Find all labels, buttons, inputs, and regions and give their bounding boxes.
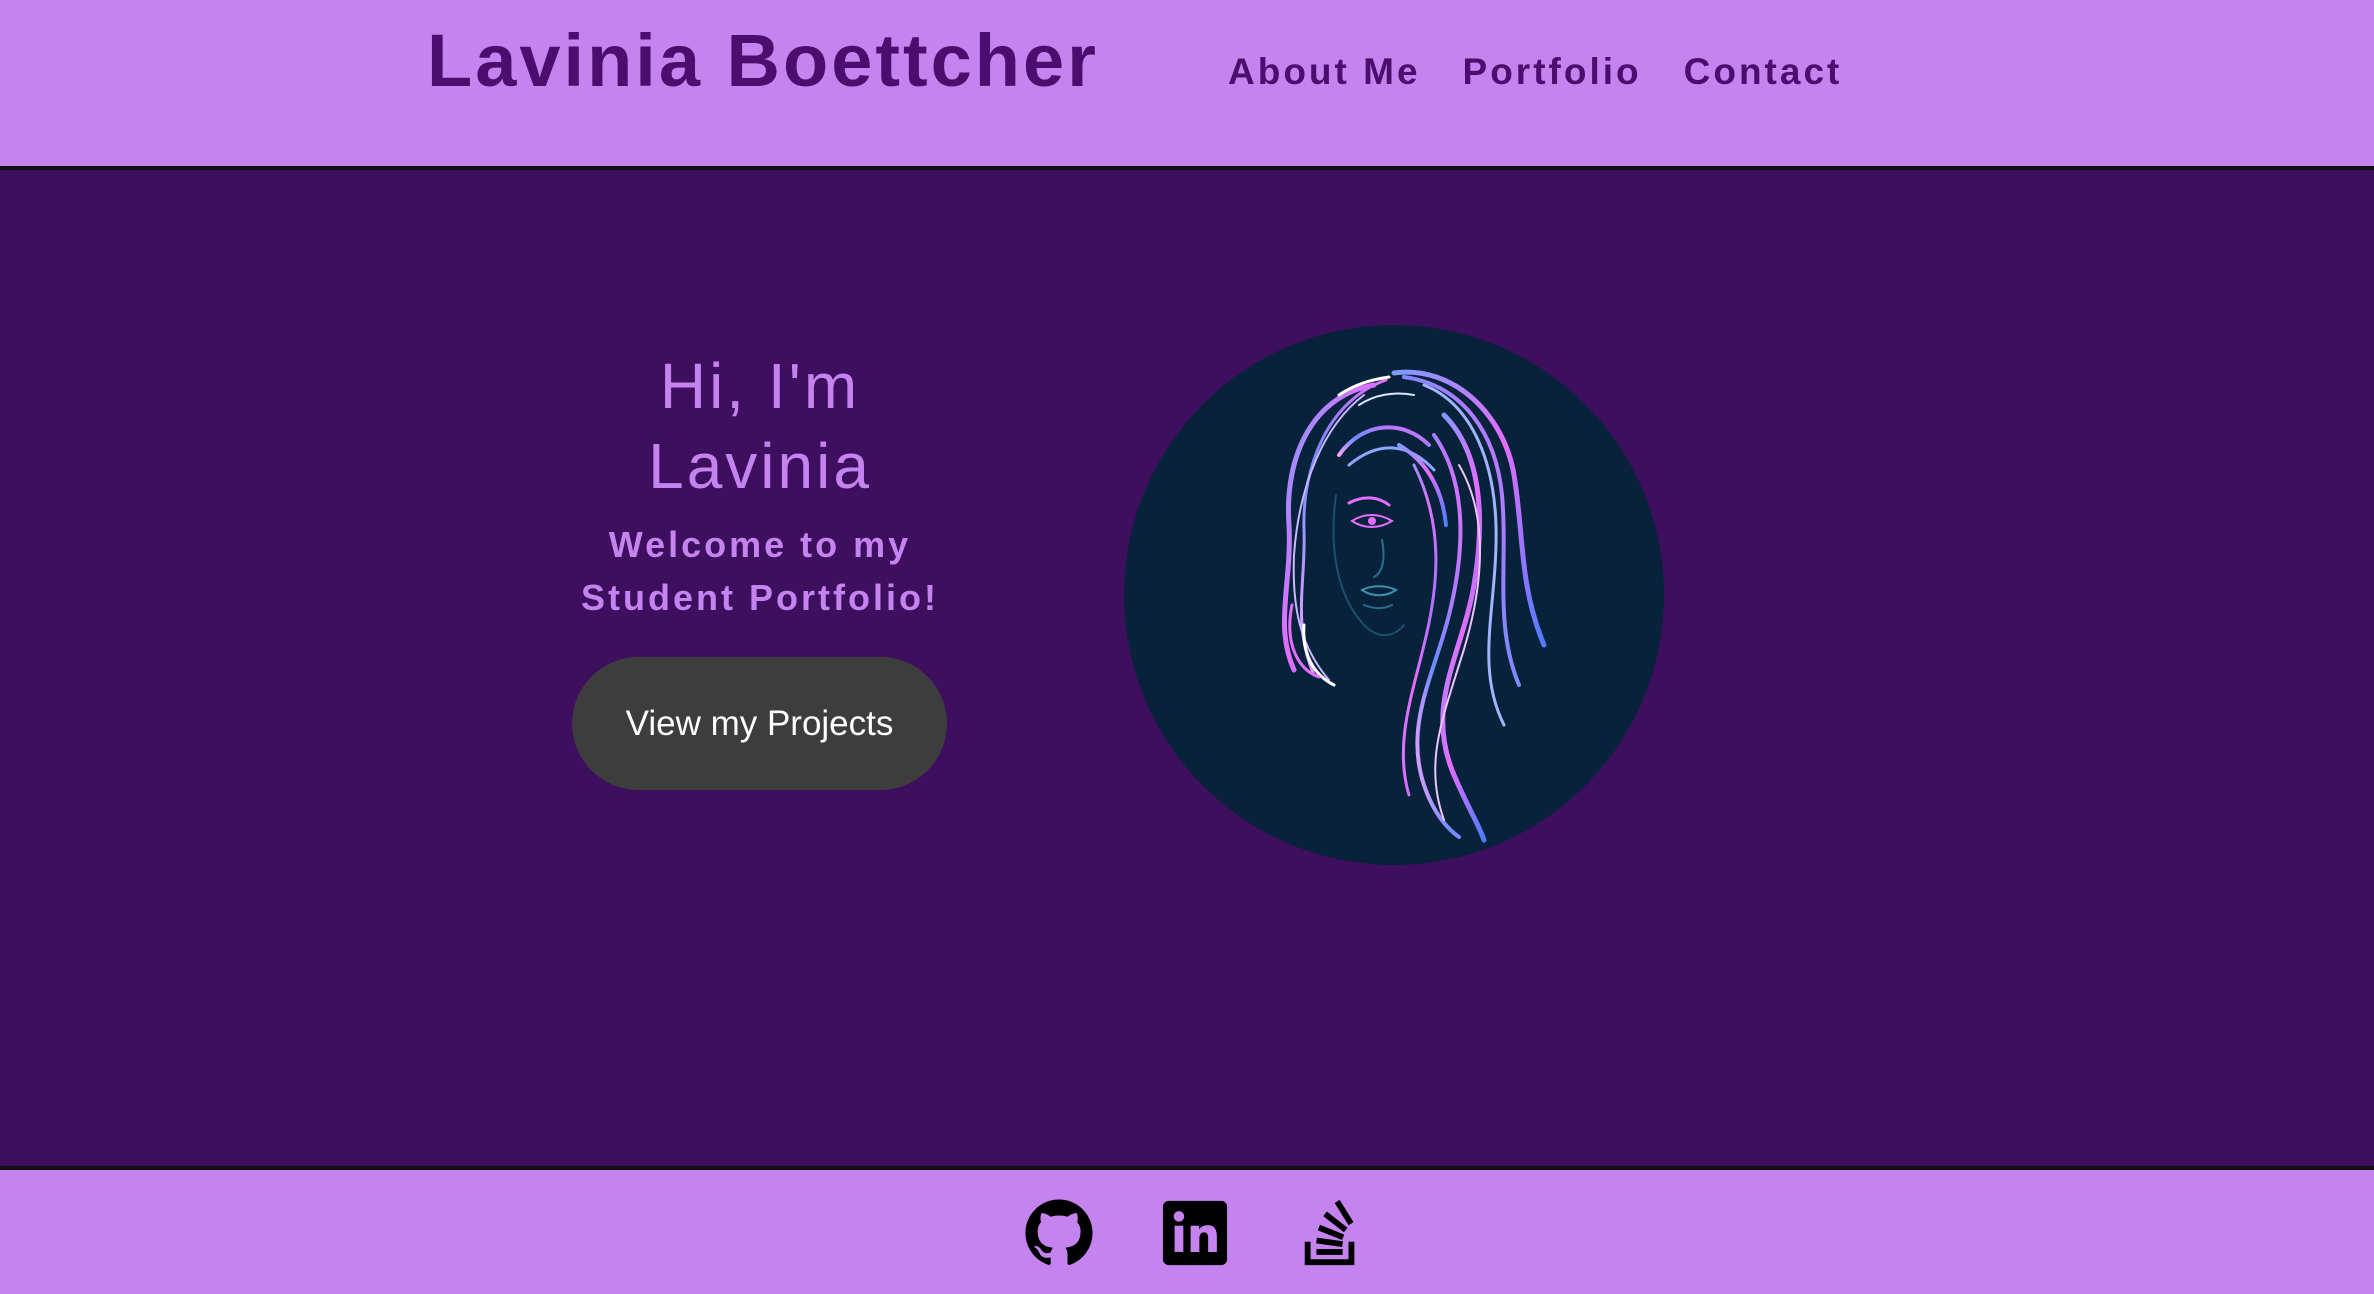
- nav-link-contact[interactable]: Contact: [1684, 46, 1843, 98]
- linkedin-icon[interactable]: [1160, 1198, 1230, 1268]
- main-nav: About Me Portfolio Contact: [1228, 46, 1842, 98]
- hero-subheading: Welcome to my Student Portfolio!: [581, 524, 939, 618]
- github-icon[interactable]: [1024, 1198, 1094, 1268]
- hero-heading: Hi, I'm Lavinia: [648, 350, 872, 502]
- site-title[interactable]: Lavinia Boettcher: [427, 16, 1099, 106]
- nav-link-about-me[interactable]: About Me: [1228, 46, 1421, 98]
- site-footer: [0, 1166, 2374, 1294]
- nav-link-portfolio[interactable]: Portfolio: [1463, 46, 1642, 98]
- site-header: Lavinia Boettcher About Me Portfolio Con…: [0, 0, 2374, 170]
- view-projects-button[interactable]: View my Projects: [572, 657, 947, 790]
- profile-portrait: [1124, 325, 1664, 865]
- woman-portrait-icon: [1281, 369, 1547, 843]
- stackoverflow-icon[interactable]: [1296, 1198, 1366, 1268]
- page: Lavinia Boettcher About Me Portfolio Con…: [0, 0, 2374, 1294]
